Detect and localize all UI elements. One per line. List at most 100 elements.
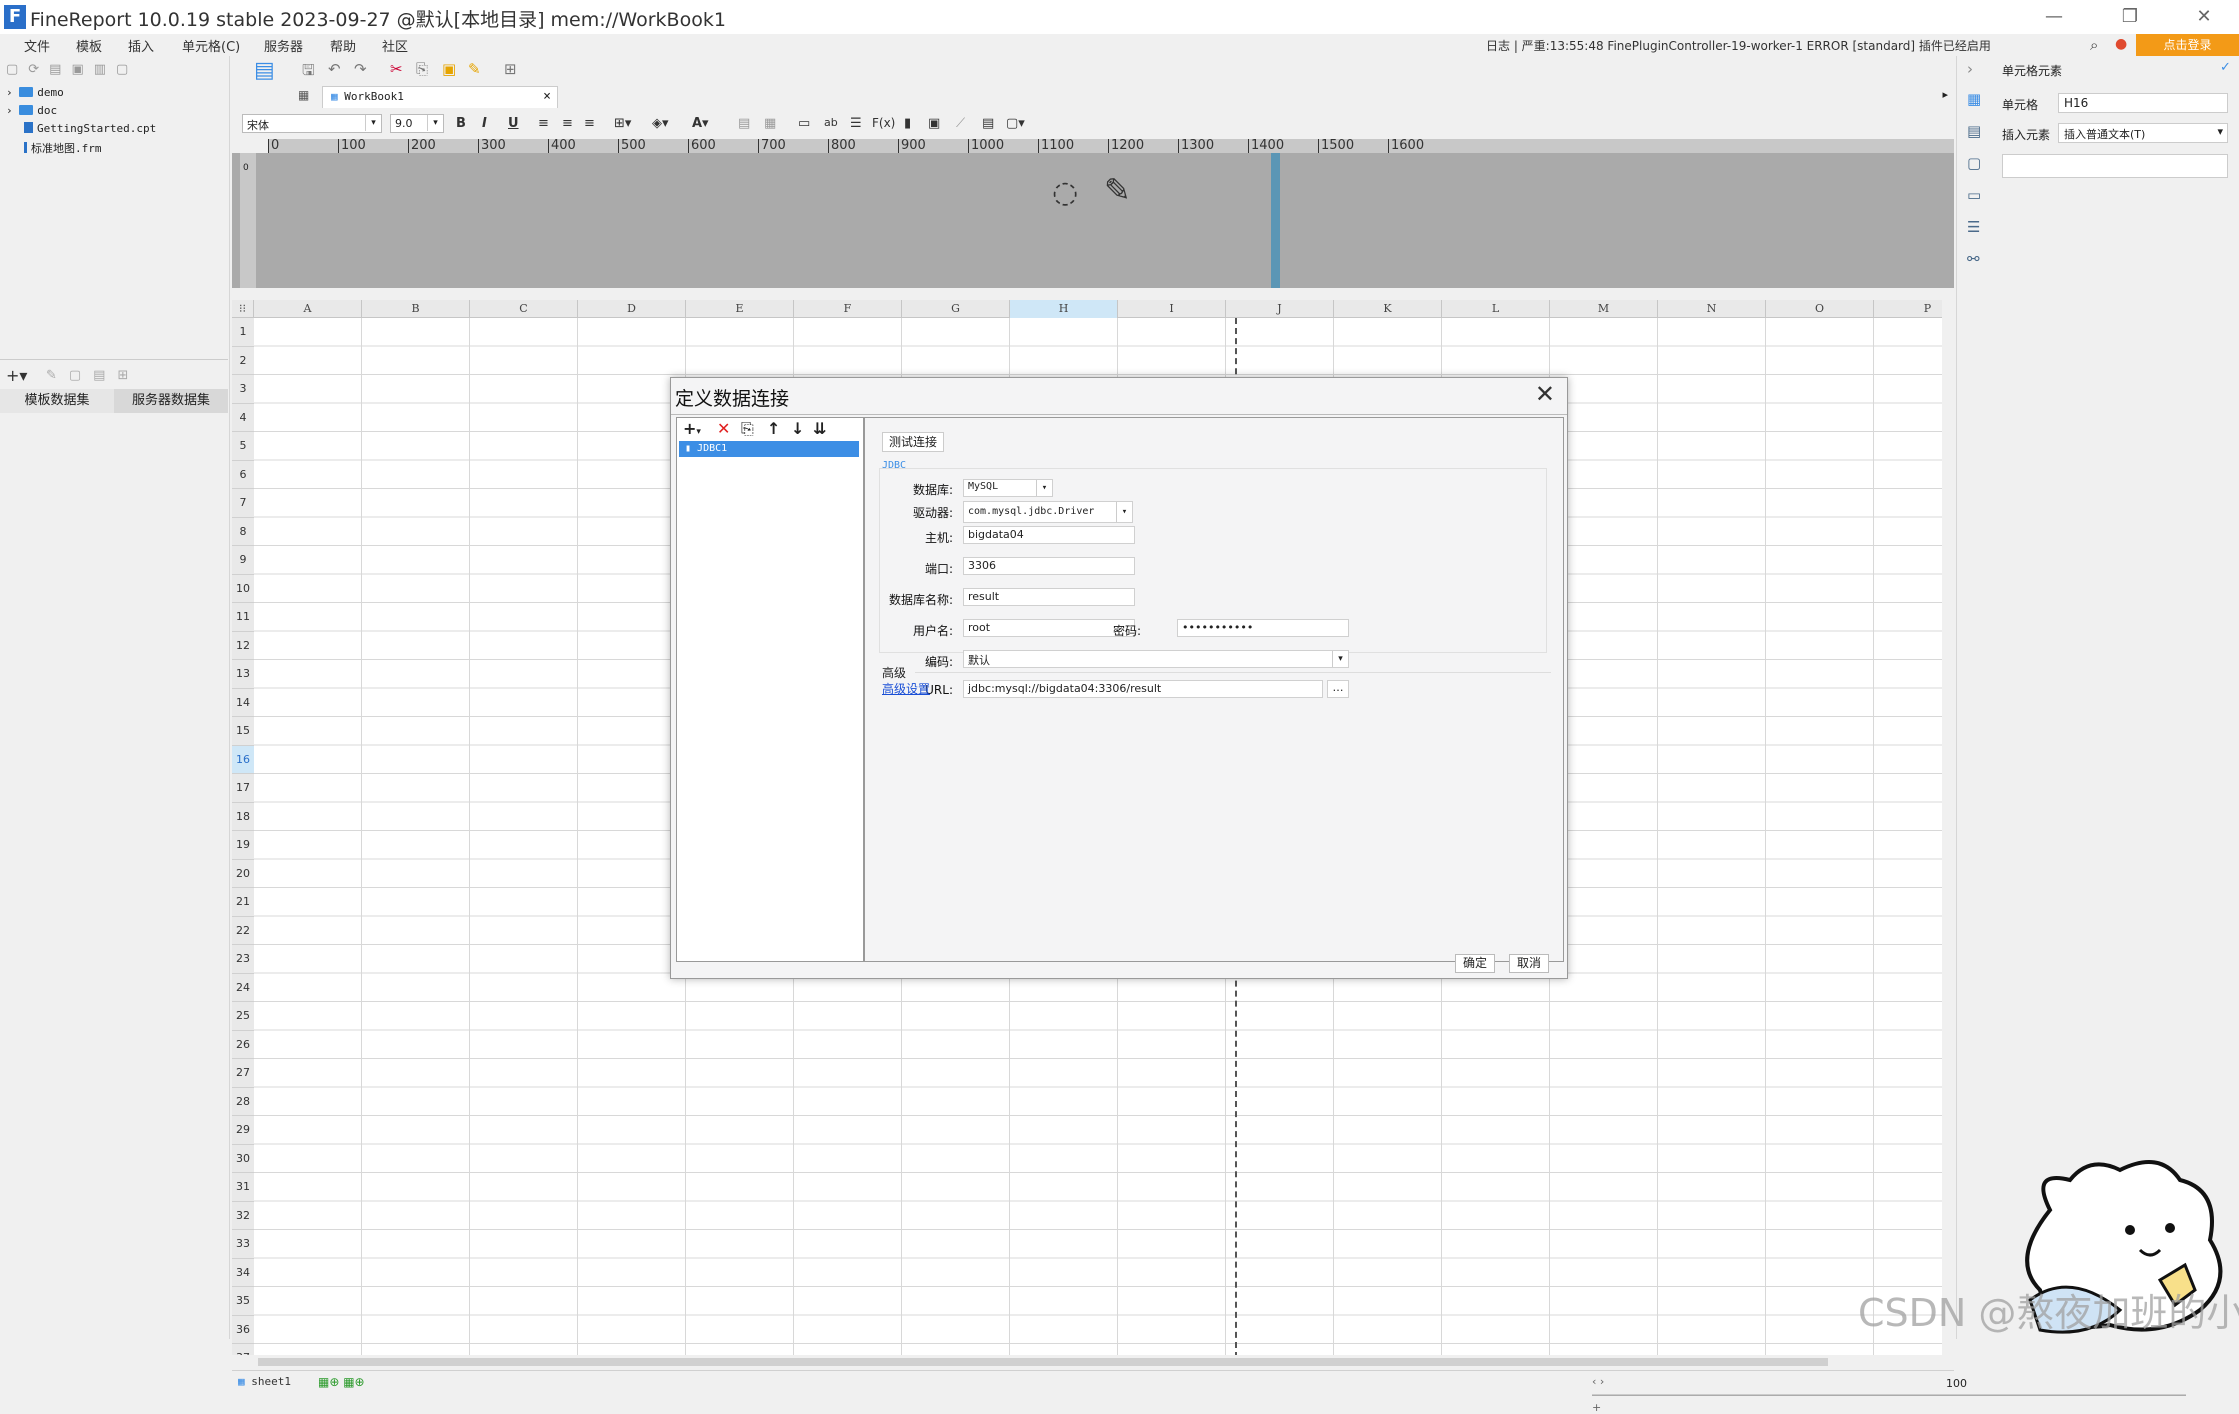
row-header-1[interactable]: 1 [232,318,254,347]
sort-icon[interactable]: ⇊ [813,419,826,438]
cell-element-icon[interactable]: ▦ [1967,90,1981,108]
row-header-7[interactable]: 7 [232,489,254,518]
horizontal-scrollbar[interactable] [254,1355,1954,1369]
move-up-icon[interactable]: ↑ [767,419,780,438]
row-header-36[interactable]: 36 [232,1315,254,1344]
row-header-30[interactable]: 30 [232,1144,254,1173]
column-header-c[interactable]: C [470,300,578,318]
dataset-toolbar[interactable]: ✎▢▤⊞ [46,368,140,383]
delete-connection-icon[interactable]: ✕ [717,419,730,438]
close-button[interactable]: ✕ [2172,0,2236,34]
restore-button[interactable]: ❐ [2098,0,2162,34]
align-center-icon[interactable]: ≡ [562,116,573,131]
pin-icon[interactable]: ▸ [1942,88,1948,101]
row-header-24[interactable]: 24 [232,973,254,1002]
column-header-k[interactable]: K [1334,300,1442,318]
notification-icon[interactable]: ● [2115,36,2127,52]
tree-toolbar[interactable]: ▢⟳▤▣▥▢ [6,62,138,77]
row-header-16[interactable]: 16 [232,745,254,774]
url-input[interactable]: jdbc:mysql://bigdata04:3306/result [963,680,1323,698]
column-header-i[interactable]: I [1118,300,1226,318]
insert-element-select[interactable]: 插入普通文本(T) ▾ [2058,123,2228,143]
tree-item-demo[interactable]: › demo [6,86,64,99]
font-size-select[interactable]: 9.0 ▾ [390,114,444,133]
menu-server[interactable]: 服务器 [264,36,303,55]
float-element-icon[interactable]: ▢ [1967,154,1981,172]
row-header-29[interactable]: 29 [232,1116,254,1145]
port-input[interactable]: 3306 [963,557,1135,575]
row-header-8[interactable]: 8 [232,517,254,546]
row-header-32[interactable]: 32 [232,1201,254,1230]
row-header-11[interactable]: 11 [232,603,254,632]
database-select[interactable]: MySQL ▾ [963,479,1053,497]
zoom-slider[interactable]: ‹ › ――――――――――――――――――――――――――――――――――――… [1592,1375,2186,1414]
column-header-n[interactable]: N [1658,300,1766,318]
advanced-settings-link[interactable]: 高级设置 [882,680,930,697]
url-browse-button[interactable]: … [1327,680,1349,698]
column-header-g[interactable]: G [902,300,1010,318]
password-input[interactable]: ••••••••••• [1177,619,1349,637]
row-header-22[interactable]: 22 [232,916,254,945]
cut-icon[interactable]: ✂ [390,60,403,78]
unmerge-cells-icon[interactable]: ▦ [764,116,776,131]
column-header-h[interactable]: H [1010,300,1118,318]
row-header-2[interactable]: 2 [232,346,254,375]
menu-insert[interactable]: 插入 [128,36,154,55]
cell-content-editor[interactable] [2002,154,2228,178]
cell-attribute-icon[interactable]: ▤ [1967,122,1981,140]
border-icon[interactable]: ⊞▾ [614,116,631,131]
column-header-l[interactable]: L [1442,300,1550,318]
column-header-e[interactable]: E [686,300,794,318]
host-input[interactable]: bigdata04 [963,526,1135,544]
cancel-button[interactable]: 取消 [1509,954,1549,973]
redo-icon[interactable]: ↷ [354,60,367,78]
pencil-icon[interactable]: ✎ [1104,171,1131,209]
menu-file[interactable]: 文件 [24,36,50,55]
test-connection-button[interactable]: 测试连接 [882,432,944,452]
row-header-3[interactable]: 3 [232,375,254,404]
row-header-18[interactable]: 18 [232,802,254,831]
menu-cell[interactable]: 单元格(C) [182,36,240,55]
collapse-arrow-icon[interactable]: › [1967,60,1973,78]
text-icon[interactable]: ab [824,116,838,129]
align-right-icon[interactable]: ≡ [584,116,595,131]
bold-icon[interactable]: B [456,116,466,131]
image-icon[interactable]: ▣ [928,116,940,131]
row-header-6[interactable]: 6 [232,460,254,489]
search-icon[interactable]: ⌕ [2090,36,2098,54]
column-header-m[interactable]: M [1550,300,1658,318]
row-header-33[interactable]: 33 [232,1230,254,1259]
subreport-icon[interactable]: ▤ [982,116,994,131]
column-header-a[interactable]: A [254,300,362,318]
row-header-4[interactable]: 4 [232,403,254,432]
move-down-icon[interactable]: ↓ [791,419,804,438]
scroll-thumb[interactable] [258,1358,1828,1366]
column-header-d[interactable]: D [578,300,686,318]
condition-icon[interactable]: ☰ [1967,218,1980,236]
row-header-23[interactable]: 23 [232,945,254,974]
widget-icon[interactable]: ▭ [1967,186,1981,204]
row-header-28[interactable]: 28 [232,1087,254,1116]
minimize-button[interactable]: — [2022,0,2086,34]
eye-hidden-icon[interactable]: ◌ [1052,175,1078,210]
tab-workbook1[interactable]: ▦ WorkBook1 × [322,86,558,108]
hyperlink-icon[interactable]: ⚯ [1967,250,1980,268]
tab-list-icon[interactable]: ▦ [298,88,309,102]
font-color-icon[interactable]: A▾ [692,116,709,131]
fill-color-icon[interactable]: ◈▾ [652,116,669,131]
insert-line-icon[interactable]: ▭ [798,116,810,131]
chart-icon[interactable]: ▮ [904,116,911,131]
tree-item-doc[interactable]: › doc [6,104,57,117]
row-header-25[interactable]: 25 [232,1002,254,1031]
check-icon[interactable]: ✓ [2220,60,2231,75]
align-left-icon[interactable]: ≡ [538,116,549,131]
column-header-b[interactable]: B [362,300,470,318]
login-button[interactable]: 点击登录 [2136,34,2239,56]
copy-connection-icon[interactable]: ⎘ [741,419,754,439]
slash-icon[interactable]: ⟋ [956,116,965,131]
column-header-j[interactable]: J [1226,300,1334,318]
tree-item-gettingstarted[interactable]: GettingStarted.cpt [24,122,156,135]
row-header-14[interactable]: 14 [232,688,254,717]
add-dataset-icon[interactable]: +▾ [6,366,27,385]
row-header-19[interactable]: 19 [232,831,254,860]
